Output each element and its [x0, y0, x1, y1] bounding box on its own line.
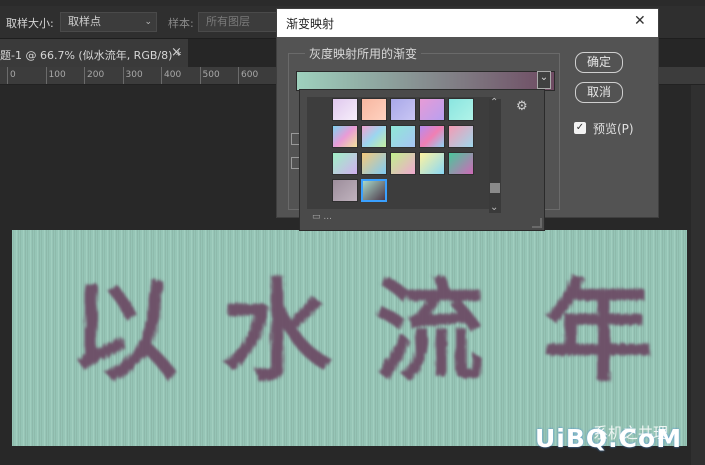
ruler-tick-line [84, 67, 85, 84]
picker-scrollbar[interactable]: ⌃ ⌄ [489, 97, 501, 213]
cancel-button[interactable]: 取消 [575, 82, 623, 103]
ruler-tick-label: 400 [164, 70, 182, 80]
chevron-down-icon: ⌄ [539, 72, 549, 83]
ruler-tick-label: 100 [48, 70, 66, 80]
gradient-swatch-holo-4[interactable] [419, 125, 445, 148]
scroll-thumb[interactable] [490, 183, 500, 193]
gradient-swatch-pastel-5[interactable] [448, 152, 474, 175]
gradient-swatch-holo-2[interactable] [361, 125, 387, 148]
ruler-tick-line [199, 67, 201, 84]
artwork-glyph: 水 [222, 267, 333, 396]
gradient-swatch-peach[interactable] [361, 98, 387, 121]
document-tab-title: 题-1 @ 66.7% (似水流年, RGB/8) * [0, 49, 182, 62]
artwork-glyph: 以 [69, 267, 179, 396]
ruler-tick-label: 300 [125, 70, 143, 80]
gradient-swatch-pastel-1[interactable] [332, 152, 358, 175]
artwork-graphic: 以水流年 [12, 230, 687, 446]
ruler-tick-label: 0 [10, 70, 16, 80]
gear-icon[interactable]: ⚙ [516, 99, 528, 114]
chevron-down-icon: ⌄ [144, 17, 152, 27]
ruler-tick-line [122, 67, 124, 84]
swatch-grid [307, 97, 495, 209]
watermark-cjk: 系机之共理 [593, 424, 669, 442]
sample-size-select[interactable]: 取样点 ⌄ [60, 12, 157, 32]
document-tab[interactable]: 题-1 @ 66.7% (似水流年, RGB/8) * × [0, 39, 188, 67]
sample-value: 所有图层 [206, 15, 250, 28]
vertical-scrollbar[interactable] [691, 85, 705, 465]
sample-label: 样本: [168, 17, 194, 30]
preview-checkbox[interactable]: ✓ [574, 122, 586, 134]
resize-handle[interactable] [532, 218, 542, 228]
dialog-titlebar: 渐变映射 ✕ [277, 9, 658, 37]
scroll-down-icon[interactable]: ⌄ [490, 202, 498, 213]
dialog-title: 渐变映射 [286, 17, 335, 31]
gradient-preview-bar[interactable] [296, 71, 555, 91]
ok-button[interactable]: 确定 [575, 52, 623, 73]
gradient-swatch-holo-5[interactable] [448, 125, 474, 148]
artwork-image: 以水流年 [12, 230, 687, 446]
gradient-swatch-pastel-3[interactable] [390, 152, 416, 175]
gradient-dropdown-toggle[interactable]: ⌄ [537, 71, 551, 89]
gradient-swatch-mauve-grey[interactable] [332, 179, 358, 202]
ruler-tick-label: 200 [87, 70, 105, 80]
gradient-swatch-aqua[interactable] [448, 98, 474, 121]
gradient-picker-popup: ⌃ ⌄ ⚙ ▭ ... [299, 89, 545, 231]
gradient-swatch-pastel-2[interactable] [361, 152, 387, 175]
ruler-tick-label: 500 [202, 70, 220, 80]
ruler-tick-line [238, 67, 239, 84]
close-icon[interactable]: × [171, 45, 182, 60]
close-icon[interactable]: ✕ [634, 13, 646, 29]
sample-size-value: 取样点 [68, 15, 101, 28]
gradient-swatch-lavender-blue[interactable] [390, 98, 416, 121]
ruler-tick-label: 600 [241, 70, 259, 80]
group-title: 灰度映射所用的渐变 [305, 45, 422, 62]
ruler-tick-line [45, 67, 47, 84]
artwork-glyph: 年 [543, 267, 653, 396]
ruler-tick-line [7, 67, 8, 84]
gradient-swatch-violet-white[interactable] [332, 98, 358, 121]
ruler-tick-line [161, 67, 162, 84]
gradient-swatch-mint-plum[interactable] [361, 179, 387, 202]
gradient-swatch-holo-3[interactable] [390, 125, 416, 148]
preview-label: 预览(P) [593, 122, 634, 136]
gradient-swatch-pastel-4[interactable] [419, 152, 445, 175]
scroll-up-icon[interactable]: ⌃ [490, 97, 498, 108]
picker-footer: ▭ ... [312, 212, 332, 222]
gradient-swatch-holo-1[interactable] [332, 125, 358, 148]
artwork-glyph: 流 [374, 267, 484, 396]
gradient-swatch-pink-violet[interactable] [419, 98, 445, 121]
sample-select[interactable]: 所有图层 [198, 12, 278, 32]
sample-size-label: 取样大小: [6, 17, 54, 30]
